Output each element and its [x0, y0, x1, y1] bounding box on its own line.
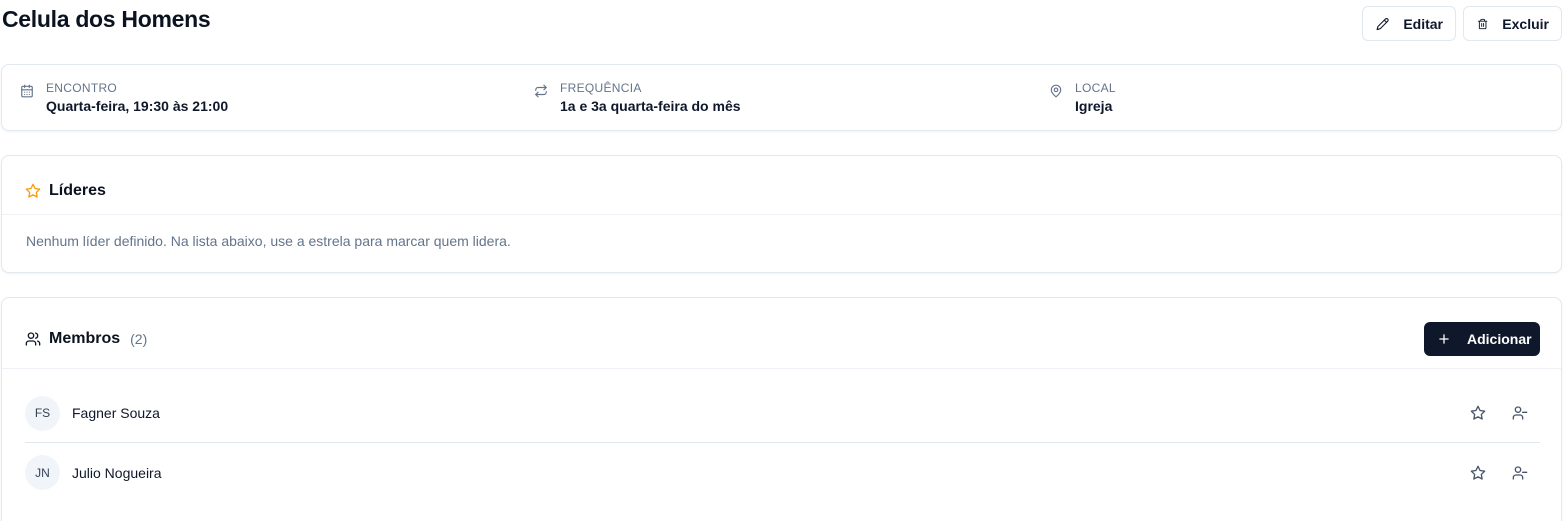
- users-icon: [25, 332, 41, 346]
- mark-leader-button[interactable]: [1468, 403, 1488, 423]
- frequency-label: FREQUÊNCIA: [560, 81, 642, 95]
- leaders-header: Líderes: [2, 156, 1561, 215]
- add-member-button[interactable]: Adicionar: [1424, 322, 1540, 356]
- avatar: JN: [25, 455, 60, 490]
- star-icon: [25, 183, 41, 198]
- repeat-icon: [535, 84, 547, 98]
- add-member-label: Adicionar: [1467, 331, 1532, 347]
- frequency-value: 1a e 3a quarta-feira do mês: [560, 98, 741, 114]
- leaders-card: Líderes Nenhum líder definido. Na lista …: [1, 155, 1562, 273]
- meeting-info: ENCONTRO Quarta-feira, 19:30 às 21:00: [20, 81, 228, 114]
- members-title-text: Membros: [49, 330, 121, 347]
- user-minus-icon: [1512, 406, 1528, 420]
- edit-button[interactable]: Editar: [1362, 6, 1456, 41]
- location-label: LOCAL: [1075, 81, 1116, 95]
- meeting-label: ENCONTRO: [46, 81, 118, 95]
- avatar: FS: [25, 395, 60, 431]
- delete-button-label: Excluir: [1502, 15, 1549, 32]
- location-info: LOCAL Igreja: [1049, 81, 1116, 114]
- plus-icon: [1439, 334, 1449, 344]
- calendar-icon: [21, 84, 33, 98]
- page-title: Celula dos Homens: [2, 6, 211, 32]
- members-title: Membros (2): [25, 330, 147, 348]
- member-row: JN Julio Nogueira: [25, 443, 1540, 502]
- members-count: (2): [130, 331, 148, 347]
- member-actions: [1468, 463, 1530, 483]
- pencil-icon: [1376, 17, 1389, 30]
- user-minus-icon: [1512, 465, 1528, 480]
- map-pin-icon: [1050, 84, 1062, 98]
- member-name: Fagner Souza: [72, 405, 160, 421]
- mark-leader-button[interactable]: [1468, 463, 1488, 483]
- leaders-title-text: Líderes: [49, 182, 106, 199]
- meeting-value: Quarta-feira, 19:30 às 21:00: [46, 98, 229, 114]
- delete-button[interactable]: Excluir: [1463, 6, 1562, 41]
- location-value: Igreja: [1075, 98, 1113, 114]
- member-name: Julio Nogueira: [72, 464, 162, 481]
- meeting-info-card: ENCONTRO Quarta-feira, 19:30 às 21:00 FR…: [1, 64, 1562, 131]
- member-actions: [1468, 403, 1530, 423]
- edit-button-label: Editar: [1403, 15, 1443, 32]
- members-header: Membros (2) Adicionar: [2, 298, 1561, 369]
- frequency-info: FREQUÊNCIA 1a e 3a quarta-feira do mês: [534, 81, 741, 114]
- trash-icon: [1477, 18, 1488, 29]
- remove-member-button[interactable]: [1510, 403, 1530, 423]
- star-icon: [1470, 405, 1486, 420]
- remove-member-button[interactable]: [1510, 463, 1530, 483]
- leaders-title: Líderes: [25, 182, 106, 200]
- member-row: FS Fagner Souza: [25, 384, 1540, 443]
- leaders-empty-text: Nenhum líder definido. Na lista abaixo, …: [26, 233, 511, 249]
- star-icon: [1470, 465, 1486, 480]
- members-card: Membros (2) Adicionar FS Fagner Souza JN…: [1, 297, 1562, 521]
- page-header: Celula dos Homens Editar Excluir: [0, 0, 1567, 46]
